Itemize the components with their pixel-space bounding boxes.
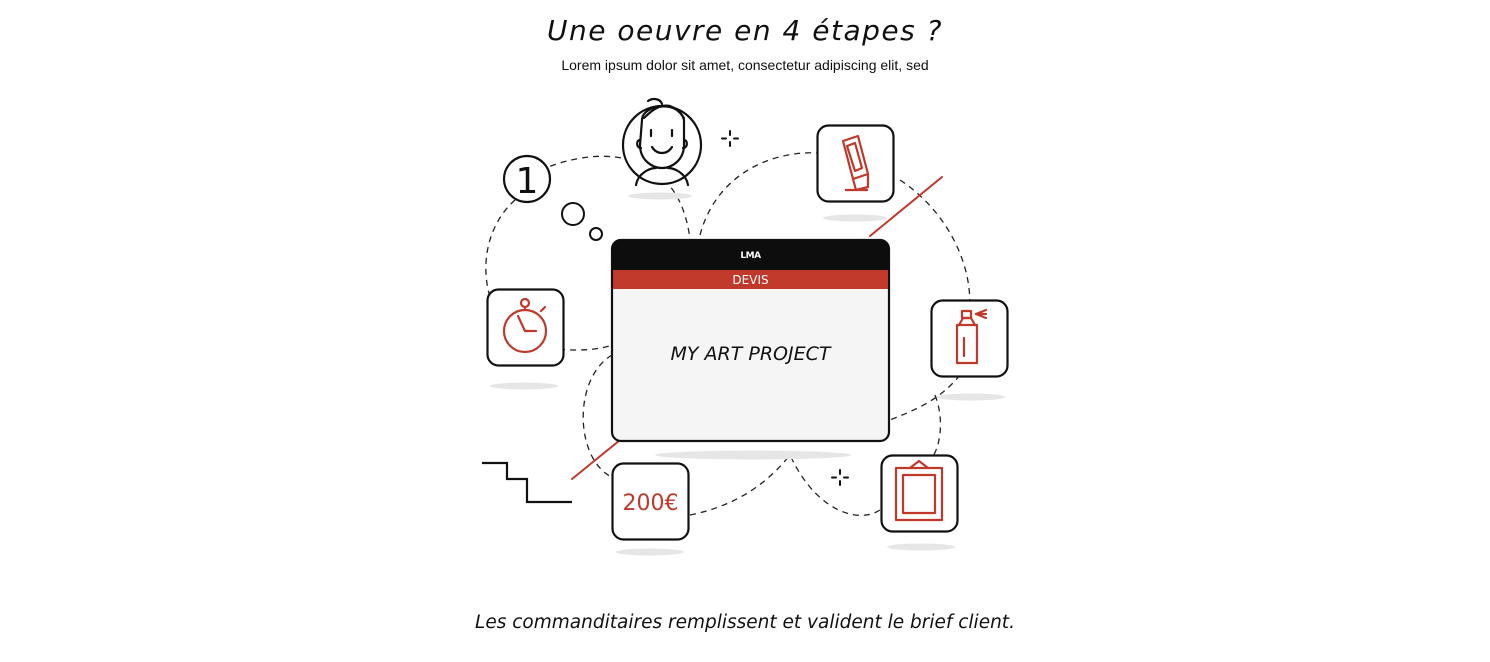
card-project-name: MY ART PROJECT [671, 343, 832, 365]
card-tab-label: DEVIS [732, 273, 768, 287]
sparkle-icon [721, 130, 739, 147]
person-avatar-icon [621, 97, 703, 187]
step-number-badge: 1 [502, 154, 552, 204]
staircase-icon [482, 461, 572, 504]
marker-pen-tile [816, 124, 895, 203]
picture-frame-tile [880, 454, 959, 533]
stopwatch-tile [486, 288, 565, 367]
card-logo: LMA [740, 251, 761, 261]
step-caption: Les commanditaires remplissent et valide… [475, 612, 1015, 633]
thought-bubble-icon [561, 202, 603, 241]
price-label: 200€ [623, 491, 679, 516]
process-illustration: 1 200€ LMA DEVIS MY ART PROJECT [482, 97, 1009, 556]
project-card: LMA DEVIS MY ART PROJECT [610, 238, 891, 443]
sparkle-icon-bottom [831, 469, 849, 486]
spray-can-tile [930, 299, 1009, 378]
price-tile: 200€ [611, 462, 690, 541]
step-number: 1 [516, 161, 539, 202]
